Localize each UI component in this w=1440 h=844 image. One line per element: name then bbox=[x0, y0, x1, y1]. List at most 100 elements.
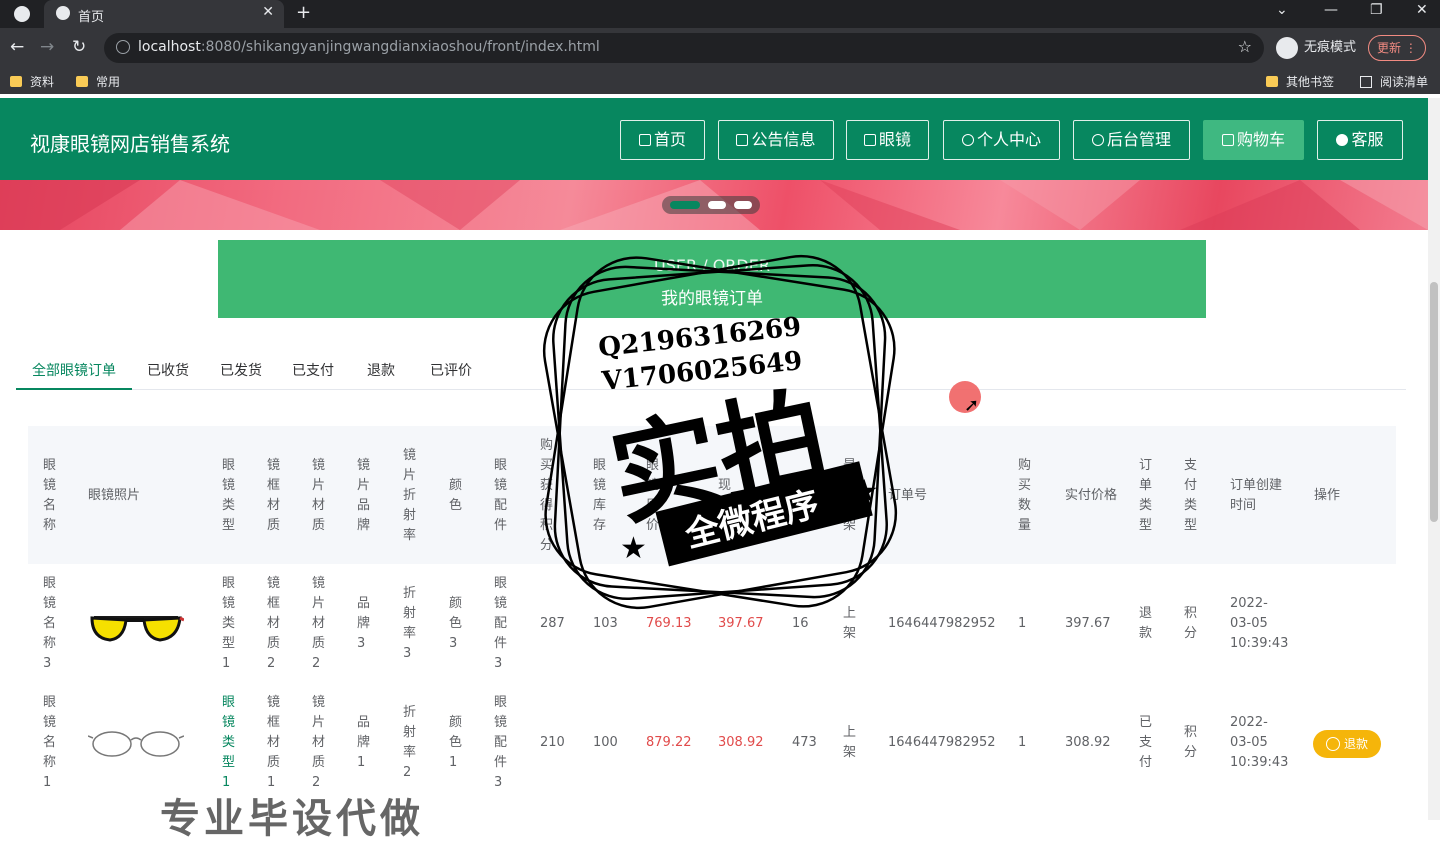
table-cell-pay_type: 积分 bbox=[1184, 725, 1198, 760]
site-header: 视康眼镜网店销售系统 首页 公告信息 眼镜 个人中心 后台管理 购物车 客服 bbox=[0, 98, 1428, 180]
bookmark-folder[interactable]: 常用 bbox=[76, 73, 120, 90]
tab-search-icon[interactable]: ⌄ bbox=[1276, 2, 1288, 18]
table-cell-stock: 100 bbox=[593, 735, 618, 750]
col-qty-header: 购买数量 bbox=[1018, 458, 1032, 533]
table-cell-order_no: 1646447982952 bbox=[888, 735, 996, 750]
watermark-bottom: 专业毕设代做 bbox=[160, 796, 424, 842]
browser-tab-strip: 首页 ✕ + ⌄ — ❐ ✕ bbox=[0, 0, 1440, 28]
nav-home[interactable]: 首页 bbox=[620, 120, 705, 160]
folder-icon bbox=[76, 76, 88, 87]
home-icon bbox=[638, 134, 651, 146]
refund-icon bbox=[1325, 737, 1340, 751]
table-cell-frame: 镜框材质2 bbox=[267, 576, 281, 671]
incognito-label: 无痕模式 bbox=[1304, 40, 1357, 55]
col-type-header: 眼镜类型 bbox=[222, 458, 236, 533]
table-cell-clicks: 473 bbox=[792, 735, 817, 750]
browser-menu-icon[interactable] bbox=[14, 6, 30, 22]
col-brand-header: 镜片品牌 bbox=[357, 458, 371, 533]
scrollbar-thumb[interactable] bbox=[1430, 282, 1438, 522]
tab-all-orders[interactable]: 全部眼镜订单 bbox=[32, 360, 116, 380]
tab-title: 首页 bbox=[78, 10, 105, 25]
folder-icon bbox=[1266, 76, 1278, 87]
folder-icon bbox=[10, 76, 22, 87]
carousel-dot[interactable] bbox=[708, 201, 726, 209]
minimize-icon[interactable]: — bbox=[1324, 2, 1338, 18]
link-icon bbox=[1091, 134, 1104, 146]
reading-list-icon bbox=[1360, 76, 1372, 88]
tab-received[interactable]: 已收货 bbox=[147, 360, 189, 380]
active-tab-indicator bbox=[16, 388, 132, 390]
nav-announcements[interactable]: 公告信息 bbox=[718, 120, 834, 160]
table-cell-lens: 镜片材质2 bbox=[312, 695, 326, 790]
back-icon[interactable]: ← bbox=[10, 37, 24, 57]
address-bar-row: ← → ↻ localhost:8080/shikangyanjingwangd… bbox=[0, 28, 1440, 68]
nav-personal-center[interactable]: 个人中心 bbox=[943, 120, 1060, 160]
col-pay-type-header: 支付类型 bbox=[1184, 458, 1198, 533]
table-cell-created: 2022-03-05 10:39:43 bbox=[1230, 715, 1289, 770]
table-cell-qty: 1 bbox=[1018, 735, 1027, 750]
table-cell-order_type: 已支付 bbox=[1139, 715, 1153, 770]
glasses-photo bbox=[90, 616, 184, 642]
table-cell-qty: 1 bbox=[1018, 616, 1027, 631]
carousel-dot[interactable] bbox=[670, 201, 700, 209]
table-cell-order_type: 退款 bbox=[1139, 606, 1153, 641]
bookmarks-bar: 资料 常用 其他书签 阅读清单 bbox=[0, 68, 1440, 94]
nav-cart[interactable]: 购物车 bbox=[1203, 120, 1304, 160]
globe-icon bbox=[56, 6, 70, 20]
table-cell-original_price: 879.22 bbox=[646, 735, 692, 750]
table-cell-type: 眼镜类型1 bbox=[222, 695, 236, 790]
update-button[interactable]: 更新 ⋮ bbox=[1368, 35, 1426, 61]
nav-admin[interactable]: 后台管理 bbox=[1073, 120, 1190, 160]
service-icon bbox=[1336, 134, 1349, 146]
table-cell-price: 308.92 bbox=[718, 735, 764, 750]
star-icon: ★ bbox=[850, 472, 879, 510]
bookmark-star-icon[interactable]: ☆ bbox=[1238, 37, 1252, 56]
table-cell-refraction: 折射率2 bbox=[403, 705, 417, 780]
col-lens-header: 镜片材质 bbox=[312, 458, 326, 533]
site-info-icon[interactable] bbox=[116, 40, 130, 54]
url-input[interactable]: localhost:8080/shikangyanjingwangdianxia… bbox=[104, 33, 1264, 63]
col-color-header: 颜色 bbox=[449, 478, 463, 513]
reload-icon[interactable]: ↻ bbox=[72, 37, 86, 57]
url-host: localhost bbox=[138, 39, 201, 55]
close-window-icon[interactable]: ✕ bbox=[1416, 2, 1428, 18]
col-created-header: 订单创建时间 bbox=[1230, 478, 1283, 513]
table-cell-pay_type: 积分 bbox=[1184, 606, 1198, 641]
col-frame-header: 镜框材质 bbox=[267, 458, 281, 533]
page-scrollbar[interactable] bbox=[1428, 98, 1440, 820]
gift-icon bbox=[736, 134, 749, 146]
table-cell-frame: 镜框材质1 bbox=[267, 695, 281, 790]
bookmark-folder[interactable]: 其他书签 bbox=[1266, 73, 1334, 90]
watermark-stamp: Q2196316269 V1706025649 实拍 全微程序 ★ ★ bbox=[542, 254, 898, 610]
tab-refund[interactable]: 退款 bbox=[367, 360, 395, 380]
bookmark-folder[interactable]: 资料 bbox=[10, 73, 54, 90]
grid-icon bbox=[863, 134, 876, 146]
tab-paid[interactable]: 已支付 bbox=[292, 360, 334, 380]
col-action-header: 操作 bbox=[1314, 488, 1341, 503]
new-tab-icon[interactable]: + bbox=[296, 2, 311, 23]
banner-carousel bbox=[0, 180, 1428, 230]
table-cell-accessory: 眼镜配件3 bbox=[494, 695, 508, 790]
nav-customer-service[interactable]: 客服 bbox=[1317, 120, 1403, 160]
star-icon: ★ bbox=[620, 531, 647, 566]
restore-icon[interactable]: ❐ bbox=[1370, 2, 1383, 18]
table-cell-accessory: 眼镜配件3 bbox=[494, 576, 508, 671]
carousel-indicators bbox=[662, 196, 760, 214]
forward-icon[interactable]: → bbox=[40, 37, 54, 57]
table-cell-type: 眼镜类型1 bbox=[222, 576, 236, 671]
refund-button[interactable]: 退款 bbox=[1313, 730, 1381, 758]
table-cell-points: 210 bbox=[540, 735, 565, 750]
nav-glasses[interactable]: 眼镜 bbox=[846, 120, 929, 160]
mouse-cursor-icon: ➚ bbox=[964, 395, 980, 416]
col-paid-header: 实付价格 bbox=[1065, 488, 1118, 503]
table-cell-lens: 镜片材质2 bbox=[312, 576, 326, 671]
browser-tab[interactable]: 首页 ✕ bbox=[44, 0, 284, 28]
table-cell-refraction: 折射率3 bbox=[403, 586, 417, 661]
incognito-indicator[interactable]: 无痕模式 bbox=[1276, 36, 1356, 59]
close-tab-icon[interactable]: ✕ bbox=[262, 4, 274, 20]
tab-reviewed[interactable]: 已评价 bbox=[430, 360, 472, 380]
tab-shipped[interactable]: 已发货 bbox=[220, 360, 262, 380]
carousel-dot[interactable] bbox=[734, 201, 752, 209]
reading-list[interactable]: 阅读清单 bbox=[1360, 73, 1428, 90]
col-accessory-header: 眼镜配件 bbox=[494, 458, 508, 533]
